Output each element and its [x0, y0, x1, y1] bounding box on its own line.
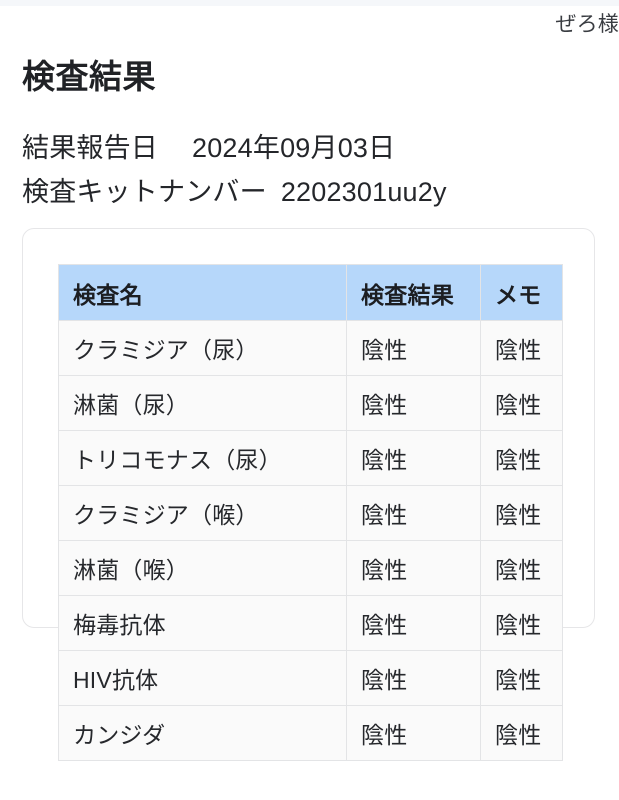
result-meta-block: 結果報告日 2024年09月03日 検査キットナンバー 2202301uu2y [22, 126, 602, 214]
cell-test-name: クラミジア（喉） [58, 485, 347, 541]
cell-memo: 陰性 [480, 595, 563, 651]
table-row: HIV抗体 陰性 陰性 [58, 650, 563, 706]
cell-memo: 陰性 [480, 430, 563, 486]
test-results-page: ぜろ様 検査結果 結果報告日 2024年09月03日 検査キットナンバー 22023… [0, 0, 619, 800]
cell-test-result: 陰性 [346, 430, 481, 486]
column-header-test-name: 検査名 [58, 264, 347, 321]
cell-test-result: 陰性 [346, 485, 481, 541]
column-header-memo: メモ [480, 264, 563, 321]
cell-test-result: 陰性 [346, 320, 481, 376]
cell-test-name: HIV抗体 [58, 650, 347, 706]
cell-memo: 陰性 [480, 375, 563, 431]
cell-test-name: クラミジア（尿） [58, 320, 347, 376]
column-header-test-result: 検査結果 [346, 264, 481, 321]
kit-number-line: 検査キットナンバー 2202301uu2y [22, 170, 602, 214]
report-date-label: 結果報告日 [22, 133, 158, 163]
results-table-head: 検査名 検査結果 メモ [58, 264, 563, 321]
cell-test-name: トリコモナス（尿） [58, 430, 347, 486]
cell-memo: 陰性 [480, 650, 563, 706]
table-row: クラミジア（尿） 陰性 陰性 [58, 320, 563, 376]
table-header-row: 検査名 検査結果 メモ [58, 264, 563, 321]
kit-number-value: 2202301uu2y [280, 177, 447, 207]
cell-test-name: 梅毒抗体 [58, 595, 347, 651]
report-date-value: 2024年09月03日 [192, 133, 396, 163]
results-table-body: クラミジア（尿） 陰性 陰性 淋菌（尿） 陰性 陰性 トリコモナス（尿） 陰性 陰性 クラミジア（… [58, 320, 563, 761]
table-row: 梅毒抗体 陰性 陰性 [58, 595, 563, 651]
table-row: 淋菌（尿） 陰性 陰性 [58, 375, 563, 431]
results-table: 検査名 検査結果 メモ クラミジア（尿） 陰性 陰性 淋菌（尿） 陰性 陰性 トリコモナス（… [58, 264, 563, 761]
cell-test-result: 陰性 [346, 650, 481, 706]
table-row: 淋菌（喉） 陰性 陰性 [58, 540, 563, 596]
cell-test-name: 淋菌（喉） [58, 540, 347, 596]
table-row: トリコモナス（尿） 陰性 陰性 [58, 430, 563, 486]
cell-test-name: カンジダ [58, 705, 347, 761]
cell-test-name: 淋菌（尿） [58, 375, 347, 431]
table-row: カンジダ 陰性 陰性 [58, 705, 563, 761]
cell-memo: 陰性 [480, 320, 563, 376]
cell-memo: 陰性 [480, 705, 563, 761]
cell-memo: 陰性 [480, 485, 563, 541]
cell-test-result: 陰性 [346, 595, 481, 651]
cell-test-result: 陰性 [346, 705, 481, 761]
report-date-line: 結果報告日 2024年09月03日 [22, 126, 602, 170]
cell-memo: 陰性 [480, 540, 563, 596]
top-status-strip [0, 0, 619, 6]
kit-number-label: 検査キットナンバー [22, 177, 267, 207]
user-greeting: ぜろ様 [555, 13, 619, 36]
table-row: クラミジア（喉） 陰性 陰性 [58, 485, 563, 541]
cell-test-result: 陰性 [346, 375, 481, 431]
page-title: 検査結果 [22, 58, 156, 95]
results-table-container: 検査名 検査結果 メモ クラミジア（尿） 陰性 陰性 淋菌（尿） 陰性 陰性 トリコモナス（… [58, 264, 563, 761]
cell-test-result: 陰性 [346, 540, 481, 596]
